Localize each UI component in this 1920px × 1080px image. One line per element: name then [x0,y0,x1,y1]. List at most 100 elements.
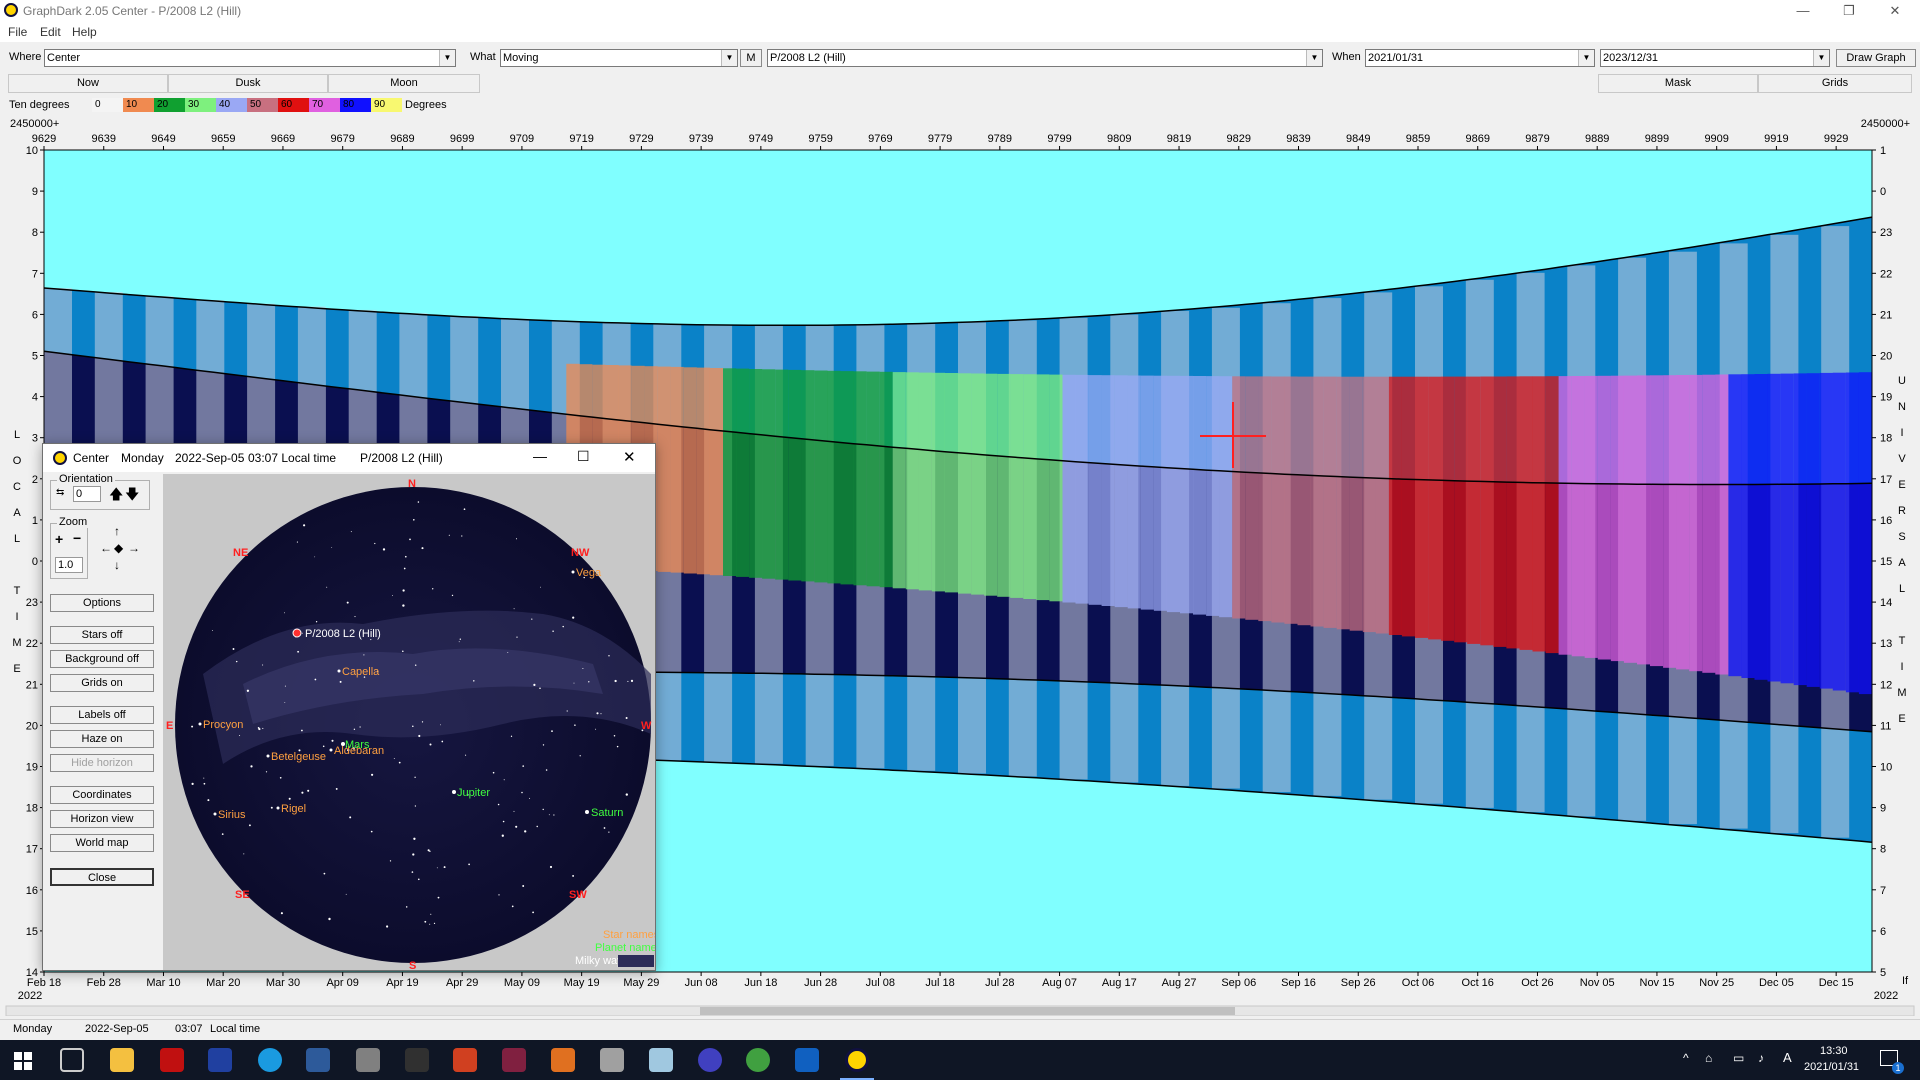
dusk-button[interactable]: Dusk [168,74,328,93]
astronomy-app-icon[interactable] [208,1048,232,1072]
orientation-input[interactable]: 0 [73,486,101,502]
paint-icon[interactable] [600,1048,624,1072]
calculator-icon[interactable] [356,1048,380,1072]
date-tick-label: Aug 17 [1102,977,1137,989]
pan-left-icon[interactable]: ← [100,541,112,555]
arrow-down-icon[interactable]: 🡇 [125,484,139,508]
right-axis-tick: 20 [1880,351,1892,363]
object-altitude-band [1258,376,1272,622]
close-window-button[interactable]: ✕ [1872,0,1918,22]
background-star [339,680,342,683]
pan-right-icon[interactable]: → [128,541,140,555]
background-star [402,650,404,652]
right-axis-title-char: A [1898,557,1906,569]
galaxy-app-icon[interactable] [502,1048,526,1072]
chevron-up-icon[interactable]: ^ [1683,1051,1689,1065]
start-date-combo[interactable]: 2021/01/31 ▼ [1365,49,1595,67]
network-icon[interactable]: ⌂ [1705,1051,1712,1065]
clock-date[interactable]: 2021/01/31 [1804,1061,1859,1073]
edge-icon[interactable] [258,1048,282,1072]
notes-icon[interactable] [649,1048,673,1072]
zoom-out-icon[interactable]: − [73,530,81,546]
sky-panel[interactable]: N NE NW E W SE SW S Vega Capella Procyon… [163,474,663,972]
mcafee-icon[interactable] [160,1048,184,1072]
zoom-input[interactable]: 1.0 [55,557,83,573]
pencil-app-icon[interactable] [551,1048,575,1072]
image-app-icon[interactable] [453,1048,477,1072]
language-indicator[interactable]: A [1783,1050,1792,1065]
pan-down-icon[interactable]: ↓ [114,558,120,572]
object-altitude-band [1140,375,1154,610]
background-star [539,687,541,689]
sky-map-svg[interactable]: N NE NW E W SE SW S Vega Capella Procyon… [163,474,663,972]
moon-button[interactable]: Moon [328,74,480,93]
jd-tick-label: 9809 [1107,133,1131,145]
coordinates-button[interactable]: Coordinates [50,786,154,804]
chevron-down-icon[interactable]: ▼ [439,50,455,66]
world-map-button[interactable]: World map [50,834,154,852]
desktop-app-icon[interactable] [306,1048,330,1072]
space-app-icon[interactable] [405,1048,429,1072]
jd-tick-label: 9869 [1465,133,1489,145]
stellarium-icon[interactable] [698,1048,722,1072]
sky-minimize-button[interactable]: — [533,448,547,464]
end-date-combo[interactable]: 2023/12/31 ▼ [1600,49,1830,67]
grids-on-button[interactable]: Grids on [50,674,154,692]
color-legend: Ten degrees 0 10 20 30 40 50 60 70 80 90 Degrees [0,96,1920,114]
m-button[interactable]: M [740,49,762,67]
options-button[interactable]: Options [50,594,154,612]
jd-tick-label: 9899 [1645,133,1669,145]
hide-horizon-button[interactable]: Hide horizon [50,754,154,772]
minimize-button[interactable]: — [1780,0,1826,22]
chevron-down-icon[interactable]: ▼ [1306,50,1322,66]
background-star [243,853,245,855]
graphdark-taskbar-icon[interactable] [845,1048,869,1072]
mail-icon[interactable] [795,1048,819,1072]
pan-center-icon[interactable]: ◆ [114,541,123,555]
background-star [566,710,568,712]
arrow-up-icon[interactable]: 🡅 [109,484,123,508]
object-combo[interactable]: P/2008 L2 (Hill) ▼ [767,49,1323,67]
draw-graph-button[interactable]: Draw Graph [1836,49,1916,67]
monitor-icon[interactable]: ▭ [1733,1051,1744,1065]
where-combo[interactable]: Center ▼ [44,49,456,67]
background-star [511,905,514,908]
sky-close-icon[interactable]: ✕ [623,448,636,466]
horizon-view-button[interactable]: Horizon view [50,810,154,828]
chevron-down-icon[interactable]: ▼ [1578,50,1594,66]
mask-button[interactable]: Mask [1598,74,1758,93]
menu-help[interactable]: Help [72,25,97,39]
object-altitude-band [1323,376,1337,628]
sky-maximize-button[interactable]: ☐ [577,448,590,465]
clock-time[interactable]: 13:30 [1820,1045,1848,1057]
background-star [239,735,241,736]
background-star [414,776,416,778]
file-explorer-icon[interactable] [110,1048,134,1072]
close-button[interactable]: Close [50,868,154,886]
legend-swatch: 0 [92,98,123,112]
background-star [468,863,470,866]
rotate-icon[interactable]: ⇆ [56,487,64,498]
background-off-button[interactable]: Background off [50,650,154,668]
menu-edit[interactable]: Edit [40,25,61,39]
task-view-icon[interactable] [60,1048,84,1072]
zoom-in-icon[interactable]: + [55,531,63,547]
chrome-icon[interactable] [746,1048,770,1072]
menu-file[interactable]: File [8,25,27,39]
stars-off-button[interactable]: Stars off [50,626,154,644]
date-tick-label: Jul 18 [925,977,954,989]
what-combo[interactable]: Moving ▼ [500,49,738,67]
chevron-down-icon[interactable]: ▼ [721,50,737,66]
background-star [250,765,253,768]
chevron-down-icon[interactable]: ▼ [1813,50,1829,66]
pan-up-icon[interactable]: ↑ [114,524,120,538]
grids-button[interactable]: Grids [1758,74,1912,93]
start-icon[interactable] [14,1052,32,1070]
restore-button[interactable]: ❐ [1826,0,1872,22]
object-altitude-band [918,372,932,591]
haze-on-button[interactable]: Haze on [50,730,154,748]
now-button[interactable]: Now [8,74,168,93]
labels-off-button[interactable]: Labels off [50,706,154,724]
volume-icon[interactable]: ♪ [1758,1051,1764,1065]
pan-control[interactable]: ↑ ← ◆ → ↓ [96,524,146,578]
